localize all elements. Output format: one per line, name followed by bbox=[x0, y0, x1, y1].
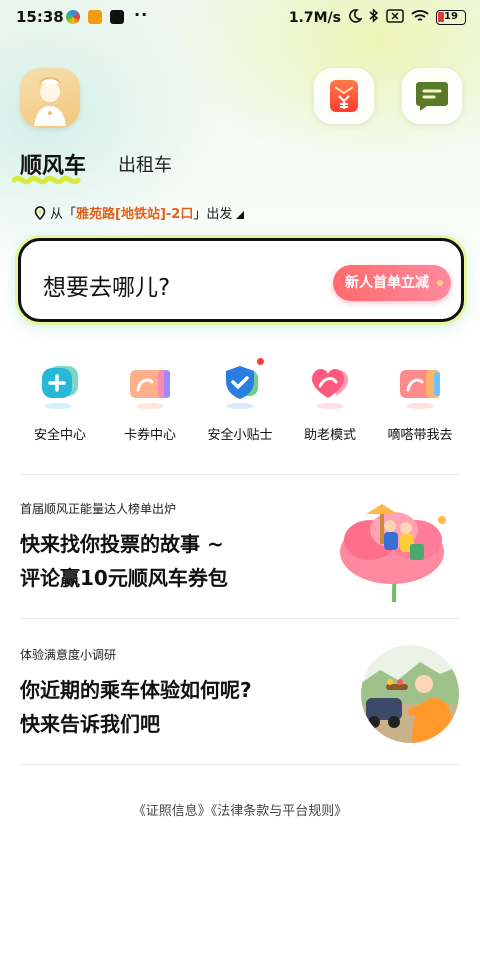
footer-links: 《证照信息》《法律条款与平台规则》 bbox=[0, 800, 480, 819]
license-info-link[interactable]: 《证照信息》 bbox=[133, 804, 211, 819]
quick-label: 安全小贴士 bbox=[207, 428, 273, 443]
status-time: 15:38 bbox=[16, 8, 64, 26]
yen-coupon-icon bbox=[330, 80, 358, 112]
departure-selector[interactable]: 从「 雅苑路[地铁站]-2口 」出发 bbox=[34, 203, 245, 222]
quick-label: 卡券中心 bbox=[123, 428, 176, 443]
shield-plus-icon bbox=[34, 358, 86, 410]
chat-message-icon bbox=[416, 82, 448, 111]
departure-suffix: 」出发 bbox=[193, 207, 233, 222]
app-notification-icon bbox=[66, 10, 80, 24]
triangle-down-icon bbox=[236, 210, 245, 219]
survey-ride-illustration bbox=[361, 645, 459, 743]
flower-vote-illustration bbox=[340, 504, 446, 603]
network-speed: 1.7M/s bbox=[288, 9, 341, 26]
quick-elder-mode[interactable]: 助老模式 bbox=[285, 358, 375, 443]
legal-rules-link[interactable]: 《法律条款与平台规则》 bbox=[211, 804, 348, 819]
quick-label: 嘀嗒带我去 bbox=[387, 428, 453, 443]
more-notifications-icon: ·· bbox=[134, 5, 149, 24]
quick-safety-center[interactable]: 安全中心 bbox=[15, 358, 105, 443]
divider bbox=[20, 618, 460, 619]
promo-card-vote[interactable]: 首届顺风正能量达人榜单出炉 快来找你投票的故事 ~ 评论赢10元顺风车券包 bbox=[20, 500, 460, 604]
message-button[interactable] bbox=[402, 68, 462, 124]
coupon-card-icon bbox=[124, 358, 176, 410]
app-notification-icon bbox=[88, 10, 102, 24]
quick-coupon-center[interactable]: 卡券中心 bbox=[105, 358, 195, 443]
destination-placeholder: 想要去哪儿? bbox=[43, 275, 171, 301]
status-right: 1.7M/s 19 bbox=[289, 8, 466, 27]
battery-level: 19 bbox=[444, 11, 458, 22]
tab-hitch-ride[interactable]: 顺风车 bbox=[20, 148, 86, 180]
destination-input[interactable]: 想要去哪儿? 新人首单立减 bbox=[18, 238, 464, 322]
quick-take-me[interactable]: 嘀嗒带我去 bbox=[375, 358, 465, 443]
departure-prefix: 从「 bbox=[50, 207, 77, 222]
tab-taxi[interactable]: 出租车 bbox=[118, 151, 172, 177]
notification-dot bbox=[257, 358, 264, 365]
divider bbox=[20, 764, 460, 765]
car-guide-icon bbox=[394, 358, 446, 410]
heart-elder-icon bbox=[304, 358, 356, 410]
sim-off-icon bbox=[386, 8, 404, 27]
tiktok-icon bbox=[110, 10, 124, 24]
wifi-icon bbox=[411, 9, 429, 27]
quick-label: 助老模式 bbox=[303, 428, 356, 443]
moon-icon bbox=[348, 8, 363, 27]
battery-icon: 19 bbox=[436, 10, 466, 25]
new-user-promo-badge[interactable]: 新人首单立减 bbox=[333, 265, 451, 301]
shield-check-icon bbox=[214, 358, 266, 410]
quick-safety-tips[interactable]: 安全小贴士 bbox=[195, 358, 285, 443]
quick-label: 安全中心 bbox=[33, 428, 86, 443]
coupon-button[interactable] bbox=[314, 68, 374, 124]
location-pin-icon bbox=[34, 205, 46, 220]
departure-location: 雅苑路[地铁站]-2口 bbox=[76, 207, 194, 222]
user-avatar-icon bbox=[34, 77, 66, 126]
survey-card[interactable]: 体验满意度小调研 你近期的乘车体验如何呢? 快来告诉我们吧 bbox=[20, 645, 460, 750]
status-bar: 15:38 ·· 1.7M/s 19 bbox=[0, 0, 480, 36]
quick-actions: 安全中心 卡券中心 安全小贴士 助老模式 嘀嗒带我去 bbox=[0, 358, 480, 448]
bluetooth-icon bbox=[369, 8, 379, 27]
divider bbox=[20, 474, 460, 475]
avatar[interactable] bbox=[20, 68, 80, 128]
